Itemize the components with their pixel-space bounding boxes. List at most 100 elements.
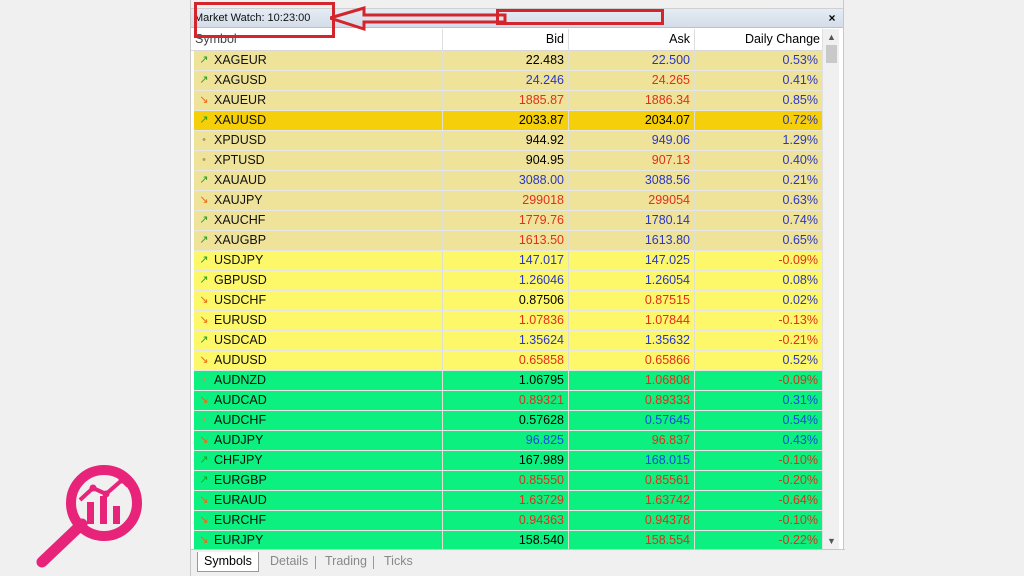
daily-change-cell: -0.20% [778,473,818,487]
daily-change-cell: 0.74% [782,213,818,227]
symbol-name: AUDCHF [214,413,267,427]
screenshot-stage: Market Watch: 10:23:00 × Symbol Bid Ask … [0,0,1024,576]
bid-cell: 167.989 [443,451,569,470]
vertical-scrollbar[interactable]: ▲ ▼ [822,29,839,549]
column-header-daily-change[interactable]: Daily Change [695,29,825,51]
tab-symbols[interactable]: Symbols [197,552,259,572]
ask-cell: 1.26054 [569,271,695,290]
table-row[interactable]: ↗ XAUUSD 2033.87 2034.07 0.72% [194,111,822,131]
symbol-name: XAUGBP [214,233,267,247]
table-row[interactable]: ↗ CHFJPY 167.989 168.015 -0.10% [194,451,822,471]
table-row[interactable]: ↗ XAUAUD 3088.00 3088.56 0.21% [194,171,822,191]
symbol-name: AUDJPY [214,433,264,447]
symbol-name: XAGEUR [214,53,267,67]
symbol-name: XPDUSD [214,133,267,147]
bid-cell: 0.89321 [443,391,569,410]
trend-down-icon: ↘ [199,194,209,206]
table-row[interactable]: ↗ XAUCHF 1779.76 1780.14 0.74% [194,211,822,231]
table-row[interactable]: ↘ AUDJPY 96.825 96.837 0.43% [194,431,822,451]
daily-change-cell: 0.85% [782,93,818,107]
table-row[interactable]: ↘ AUDCAD 0.89321 0.89333 0.31% [194,391,822,411]
ask-cell: 158.554 [569,531,695,550]
bid-cell: 1.63729 [443,491,569,510]
ask-cell: 96.837 [569,431,695,450]
tab-details[interactable]: Details [264,552,314,572]
column-header-ask[interactable]: Ask [569,29,695,51]
bid-cell: 1885.87 [443,91,569,110]
trend-up-icon: ↗ [199,214,209,226]
bottom-tab-bar: Symbols Details Trading Ticks [191,549,845,576]
table-row[interactable]: ↘ USDCHF 0.87506 0.87515 0.02% [194,291,822,311]
symbol-cell: ↘ EURCHF [194,511,443,530]
market-watch-window: Market Watch: 10:23:00 × Symbol Bid Ask … [190,0,845,576]
trend-up-icon: ↗ [199,474,209,486]
trend-neutral-icon: • [202,374,206,386]
daily-change-cell: 0.65% [782,233,818,247]
daily-change-cell: 0.43% [782,433,818,447]
ask-cell: 24.265 [569,71,695,90]
bid-cell: 2033.87 [443,111,569,130]
trend-down-icon: ↘ [199,434,209,446]
table-row[interactable]: • AUDCHF 0.57628 0.57645 0.54% [194,411,822,431]
tab-ticks[interactable]: Ticks [378,552,419,572]
symbol-name: XPTUSD [214,153,265,167]
close-icon[interactable]: × [825,11,839,25]
bid-cell: 96.825 [443,431,569,450]
table-row[interactable]: ↗ USDCAD 1.35624 1.35632 -0.21% [194,331,822,351]
table-row[interactable]: ↗ XAGUSD 24.246 24.265 0.41% [194,71,822,91]
table-row[interactable]: ↘ EURUSD 1.07836 1.07844 -0.13% [194,311,822,331]
daily-change-cell: 0.53% [782,53,818,67]
symbol-cell: ↗ XAUAUD [194,171,443,190]
daily-change-cell: 0.72% [782,113,818,127]
ask-cell: 949.06 [569,131,695,150]
symbol-cell: ↗ XAUUSD [194,111,443,130]
table-row[interactable]: ↘ AUDUSD 0.65858 0.65866 0.52% [194,351,822,371]
symbol-cell: ↘ XAUJPY [194,191,443,210]
magnifier-chart-logo-icon [36,465,142,568]
symbol-name: EURAUD [214,493,267,507]
ask-cell: 0.87515 [569,291,695,310]
table-row[interactable]: ↗ GBPUSD 1.26046 1.26054 0.08% [194,271,822,291]
trend-up-icon: ↗ [199,54,209,66]
trend-neutral-icon: • [202,154,206,166]
bid-cell: 944.92 [443,131,569,150]
bid-cell: 22.483 [443,51,569,70]
bid-cell: 1613.50 [443,231,569,250]
bid-cell: 0.87506 [443,291,569,310]
table-row[interactable]: ↗ USDJPY 147.017 147.025 -0.09% [194,251,822,271]
table-row[interactable]: ↘ EURJPY 158.540 158.554 -0.22% [194,531,822,551]
symbol-cell: • AUDCHF [194,411,443,430]
daily-change-cell: -0.09% [778,253,818,267]
table-row[interactable]: ↗ XAGEUR 22.483 22.500 0.53% [194,51,822,71]
scroll-thumb[interactable] [826,45,837,63]
symbol-name: XAUCHF [214,213,266,227]
scroll-down-icon[interactable]: ▼ [823,533,840,549]
symbol-cell: ↘ EURUSD [194,311,443,330]
table-row[interactable]: ↘ EURCHF 0.94363 0.94378 -0.10% [194,511,822,531]
table-row[interactable]: • XPDUSD 944.92 949.06 1.29% [194,131,822,151]
symbol-name: USDJPY [214,253,264,267]
ask-cell: 1613.80 [569,231,695,250]
tab-trading[interactable]: Trading [319,552,373,572]
bid-cell: 0.85550 [443,471,569,490]
table-row[interactable]: • XPTUSD 904.95 907.13 0.40% [194,151,822,171]
table-row[interactable]: ↘ XAUJPY 299018 299054 0.63% [194,191,822,211]
bid-cell: 1779.76 [443,211,569,230]
table-row[interactable]: ↗ EURGBP 0.85550 0.85561 -0.20% [194,471,822,491]
symbol-cell: ↗ XAUGBP [194,231,443,250]
column-header-bid[interactable]: Bid [443,29,569,51]
bid-cell: 3088.00 [443,171,569,190]
ask-cell: 0.57645 [569,411,695,430]
trend-down-icon: ↘ [199,94,209,106]
symbol-name: AUDUSD [214,353,267,367]
ask-cell: 1.63742 [569,491,695,510]
table-row[interactable]: • AUDNZD 1.06795 1.06808 -0.09% [194,371,822,391]
table-row[interactable]: ↘ EURAUD 1.63729 1.63742 -0.64% [194,491,822,511]
table-row[interactable]: ↘ XAUEUR 1885.87 1886.34 0.85% [194,91,822,111]
trend-down-icon: ↘ [199,354,209,366]
scroll-up-icon[interactable]: ▲ [823,29,840,45]
symbol-name: USDCAD [214,333,267,347]
ask-cell: 0.65866 [569,351,695,370]
daily-change-cell: 0.08% [782,273,818,287]
table-row[interactable]: ↗ XAUGBP 1613.50 1613.80 0.65% [194,231,822,251]
